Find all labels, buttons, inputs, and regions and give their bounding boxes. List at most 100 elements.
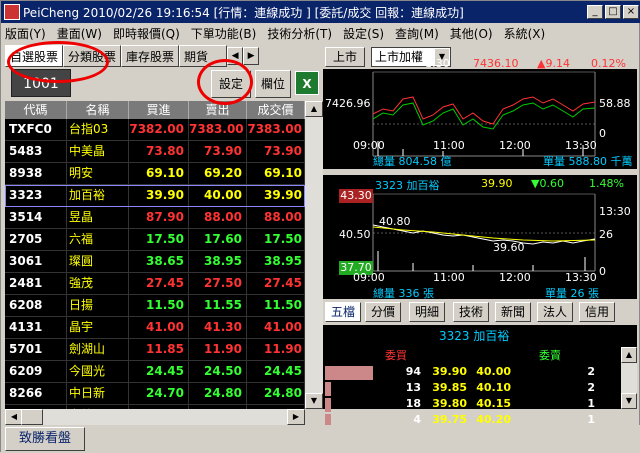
row-code: 3514 (5, 207, 67, 228)
row-last: 88.00 (247, 207, 305, 228)
book-scroll-down-icon[interactable]: ▼ (621, 393, 637, 409)
menu-query[interactable]: 查詢(M) (395, 25, 439, 42)
tab-detail[interactable]: 明細 (409, 302, 445, 322)
table-row[interactable]: 3061 璨圓 38.65 38.95 38.95 (5, 251, 305, 273)
row-bid: 69.10 (129, 163, 189, 184)
row-name: 昱晶 (67, 207, 129, 228)
menu-screen[interactable]: 畫面(W) (57, 25, 102, 42)
header-bid[interactable]: 買進 (129, 101, 189, 119)
tab-scroll-left-icon[interactable]: ◀ (227, 47, 244, 65)
tab-news[interactable]: 新聞 (495, 302, 531, 322)
table-row[interactable]: 2705 六福 17.50 17.60 17.50 (5, 229, 305, 251)
market-select-value: 上市加權 (375, 50, 424, 64)
bid-qty-bar (325, 382, 331, 396)
row-last: 27.45 (247, 273, 305, 294)
row-bid: 27.45 (129, 273, 189, 294)
table-row[interactable]: 3514 昱晶 87.90 88.00 88.00 (5, 207, 305, 229)
row-code: 3323 (5, 185, 67, 206)
tab-scroll-right-icon[interactable]: ▶ (243, 47, 260, 65)
tab-category[interactable]: 分類股票 (63, 45, 122, 67)
window-title: PeiCheng 2010/02/26 19:16:54 [行情：連線成功 ] … (23, 5, 464, 20)
row-name: 強茂 (67, 273, 129, 294)
row-bid: 11.85 (129, 339, 189, 360)
stock-percent: 1.48% (589, 177, 624, 190)
table-row[interactable]: 3323 加百裕 39.90 40.00 39.90 (5, 185, 305, 207)
row-name: 加百裕 (67, 185, 129, 206)
row-name: 明安 (67, 163, 129, 184)
hscroll-thumb[interactable] (21, 409, 43, 425)
table-hscrollbar[interactable]: ◀ ▶ (5, 409, 305, 425)
tab-inventory[interactable]: 庫存股票 (121, 45, 180, 67)
row-last: 69.10 (247, 163, 305, 184)
market-unit: 單量 588.80 千萬 (543, 155, 633, 168)
row-last: 11.90 (247, 339, 305, 360)
group-number[interactable]: 1001 (11, 69, 71, 97)
header-last[interactable]: 成交價 (247, 101, 305, 119)
scroll-right-icon[interactable]: ▶ (287, 409, 305, 425)
table-row[interactable]: 5701 劍湖山 11.85 11.90 11.90 (5, 339, 305, 361)
minimize-button[interactable]: _ (587, 5, 603, 19)
tab-institutional[interactable]: 法人 (537, 302, 573, 322)
menu-settings[interactable]: 設定(S) (343, 25, 384, 42)
ask-qty: 2 (587, 365, 595, 378)
stock-low-mark: 39.60 (493, 241, 525, 254)
table-row[interactable]: 8938 明安 69.10 69.20 69.10 (5, 163, 305, 185)
table-row[interactable]: 8266 中日新 24.70 24.80 24.80 (5, 383, 305, 405)
maximize-button[interactable]: □ (605, 5, 621, 19)
book-scrollbar[interactable]: ▲ ▼ (621, 347, 637, 409)
row-code: 2705 (5, 229, 67, 250)
menu-other[interactable]: 其他(O) (450, 25, 493, 42)
stock-axis-time: 13:30 (599, 205, 631, 218)
bid-label: 委買 (385, 349, 407, 362)
table-row[interactable]: 4131 晶宇 41.00 41.30 41.00 (5, 317, 305, 339)
bid-qty: 13 (405, 381, 421, 394)
menu-layout[interactable]: 版面(Y) (5, 25, 46, 42)
stock-high: 43.30 (339, 189, 373, 203)
row-ask: 88.00 (189, 207, 247, 228)
scroll-down-icon[interactable]: ▼ (305, 393, 323, 409)
columns-button[interactable]: 欄位 (255, 70, 291, 98)
row-ask: 24.80 (189, 383, 247, 404)
market-time-4: 13:30 (565, 139, 597, 152)
table-row[interactable]: 5483 中美晶 73.80 73.90 73.90 (5, 141, 305, 163)
close-button[interactable]: × (623, 5, 639, 19)
market-button[interactable]: 上市 (325, 47, 365, 67)
row-ask: 41.30 (189, 317, 247, 338)
tab-five-level[interactable]: 五檔 (325, 302, 361, 322)
table-row[interactable]: 2481 強茂 27.45 27.50 27.45 (5, 273, 305, 295)
bid-price: 39.80 (432, 397, 467, 410)
scroll-up-icon[interactable]: ▲ (305, 101, 323, 117)
menu-tech[interactable]: 技術分析(T) (267, 25, 332, 42)
row-bid: 41.00 (129, 317, 189, 338)
tab-watchlist[interactable]: 自選股票 (5, 45, 64, 67)
tab-margin[interactable]: 信用 (579, 302, 615, 322)
tab-price-dist[interactable]: 分價 (365, 302, 401, 322)
row-code: 3061 (5, 251, 67, 272)
row-ask: 11.55 (189, 295, 247, 316)
settings-button[interactable]: 設定 (211, 70, 251, 98)
header-name[interactable]: 名稱 (67, 101, 129, 119)
row-bid: 11.50 (129, 295, 189, 316)
app-window: PeiCheng 2010/02/26 19:16:54 [行情：連線成功 ] … (0, 0, 640, 453)
menu-quote[interactable]: 即時報價(Q) (113, 25, 180, 42)
app-name-button[interactable]: 致勝看盤 (5, 427, 85, 451)
row-ask: 38.95 (189, 251, 247, 272)
table-row[interactable]: 6208 日揚 11.50 11.55 11.50 (5, 295, 305, 317)
menu-system[interactable]: 系統(X) (504, 25, 546, 42)
ask-label: 委賣 (539, 349, 561, 362)
tab-futures[interactable]: 期貨 (179, 45, 228, 67)
table-vscrollbar[interactable]: ▲ ▼ (305, 101, 323, 409)
menu-order[interactable]: 下單功能(B) (191, 25, 257, 42)
market-time-2: 11:00 (433, 139, 465, 152)
excel-export-icon[interactable]: X (295, 71, 319, 95)
row-code: 4131 (5, 317, 67, 338)
row-bid: 17.50 (129, 229, 189, 250)
tab-technical[interactable]: 技術 (453, 302, 489, 322)
ask-price: 40.10 (476, 381, 511, 394)
stock-change: ▼0.60 (531, 177, 564, 190)
book-scroll-up-icon[interactable]: ▲ (621, 347, 637, 363)
table-row[interactable]: TXFC0 台指03 7382.00 7383.00 7383.00 (5, 119, 305, 141)
table-row[interactable]: 6209 今國光 24.45 24.50 24.45 (5, 361, 305, 383)
header-ask[interactable]: 賣出 (189, 101, 247, 119)
header-code[interactable]: 代碼 (5, 101, 67, 119)
